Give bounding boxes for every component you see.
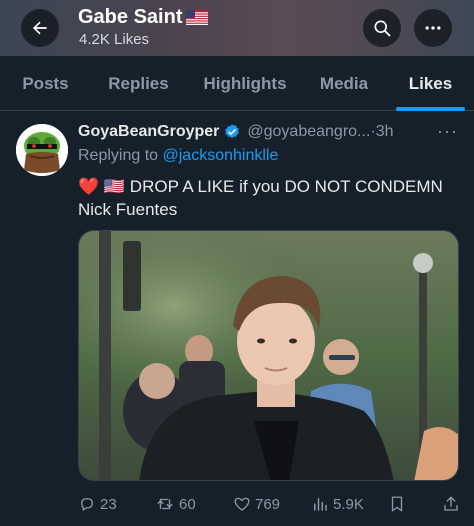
- tab-likes[interactable]: Likes: [396, 56, 465, 111]
- tweet-text-line2: Nick Fuentes: [78, 200, 178, 219]
- tweet-text-line1: ❤️ 🇺🇸 DROP A LIKE if you DO NOT CONDEMN: [78, 175, 463, 198]
- tab-posts[interactable]: Posts: [8, 56, 83, 111]
- tweet-text: ❤️ 🇺🇸 DROP A LIKE if you DO NOT CONDEMN …: [78, 175, 463, 221]
- tweet-actions: 23 60 769 5.9K: [78, 492, 463, 516]
- bookmark-icon: [391, 496, 403, 512]
- tweet-time[interactable]: 3h: [376, 123, 394, 141]
- reply-icon: [81, 498, 93, 511]
- author-handle[interactable]: @goyabeangro...: [247, 123, 370, 141]
- reply-count: 23: [100, 495, 117, 513]
- frog-avatar-image: [16, 124, 68, 176]
- search-button[interactable]: [363, 9, 401, 47]
- tab-replies[interactable]: Replies: [96, 56, 181, 111]
- profile-name: Gabe Saint: [78, 6, 209, 29]
- media-photo: [79, 231, 458, 480]
- more-options-button[interactable]: [414, 9, 452, 47]
- tweet-header: GoyaBeanGroyper @goyabeangro... · 3h ···: [78, 121, 464, 143]
- replying-prefix: Replying to: [78, 147, 159, 164]
- repost-count: 60: [179, 495, 196, 513]
- tab-highlights[interactable]: Highlights: [193, 56, 297, 111]
- arrow-left-icon: [32, 21, 47, 35]
- share-icon: [444, 496, 458, 511]
- profile-name-text: Gabe Saint: [78, 6, 183, 28]
- profile-tabs: Posts Replies Highlights Media Likes: [0, 56, 474, 111]
- replying-to-line: Replying to @jacksonhinklle: [78, 147, 278, 165]
- like-button[interactable]: 769: [233, 492, 280, 516]
- views-chart-icon: [314, 498, 327, 511]
- like-count: 769: [255, 495, 281, 513]
- author-name[interactable]: GoyaBeanGroyper: [78, 123, 219, 141]
- more-horizontal-icon: [425, 26, 441, 30]
- tab-media[interactable]: Media: [308, 56, 380, 111]
- tweet-emojis: ❤️ 🇺🇸: [78, 177, 126, 196]
- share-button[interactable]: [442, 492, 460, 516]
- view-count: 5.9K: [333, 495, 364, 513]
- tweet-more-button[interactable]: ···: [437, 121, 458, 142]
- repost-button[interactable]: 60: [155, 492, 196, 516]
- heart-icon: [234, 497, 250, 511]
- search-icon: [374, 20, 391, 37]
- tweet-text-main: DROP A LIKE if you DO NOT CONDEMN: [129, 177, 443, 196]
- us-flag-icon: [186, 10, 209, 25]
- avatar[interactable]: [16, 124, 68, 176]
- reply-button[interactable]: 23: [78, 492, 117, 516]
- views-button[interactable]: 5.9K: [311, 492, 364, 516]
- bookmark-button[interactable]: [388, 492, 406, 516]
- tweet-media-image[interactable]: [78, 230, 459, 481]
- repost-icon: [157, 498, 173, 510]
- profile-header: Gabe Saint 4.2K Likes: [0, 0, 474, 56]
- profile-likes-count: 4.2K Likes: [79, 31, 150, 48]
- active-tab-indicator: [396, 107, 465, 111]
- back-button[interactable]: [21, 9, 59, 47]
- replying-to-link[interactable]: @jacksonhinklle: [163, 147, 279, 164]
- verified-badge-icon: [223, 123, 241, 141]
